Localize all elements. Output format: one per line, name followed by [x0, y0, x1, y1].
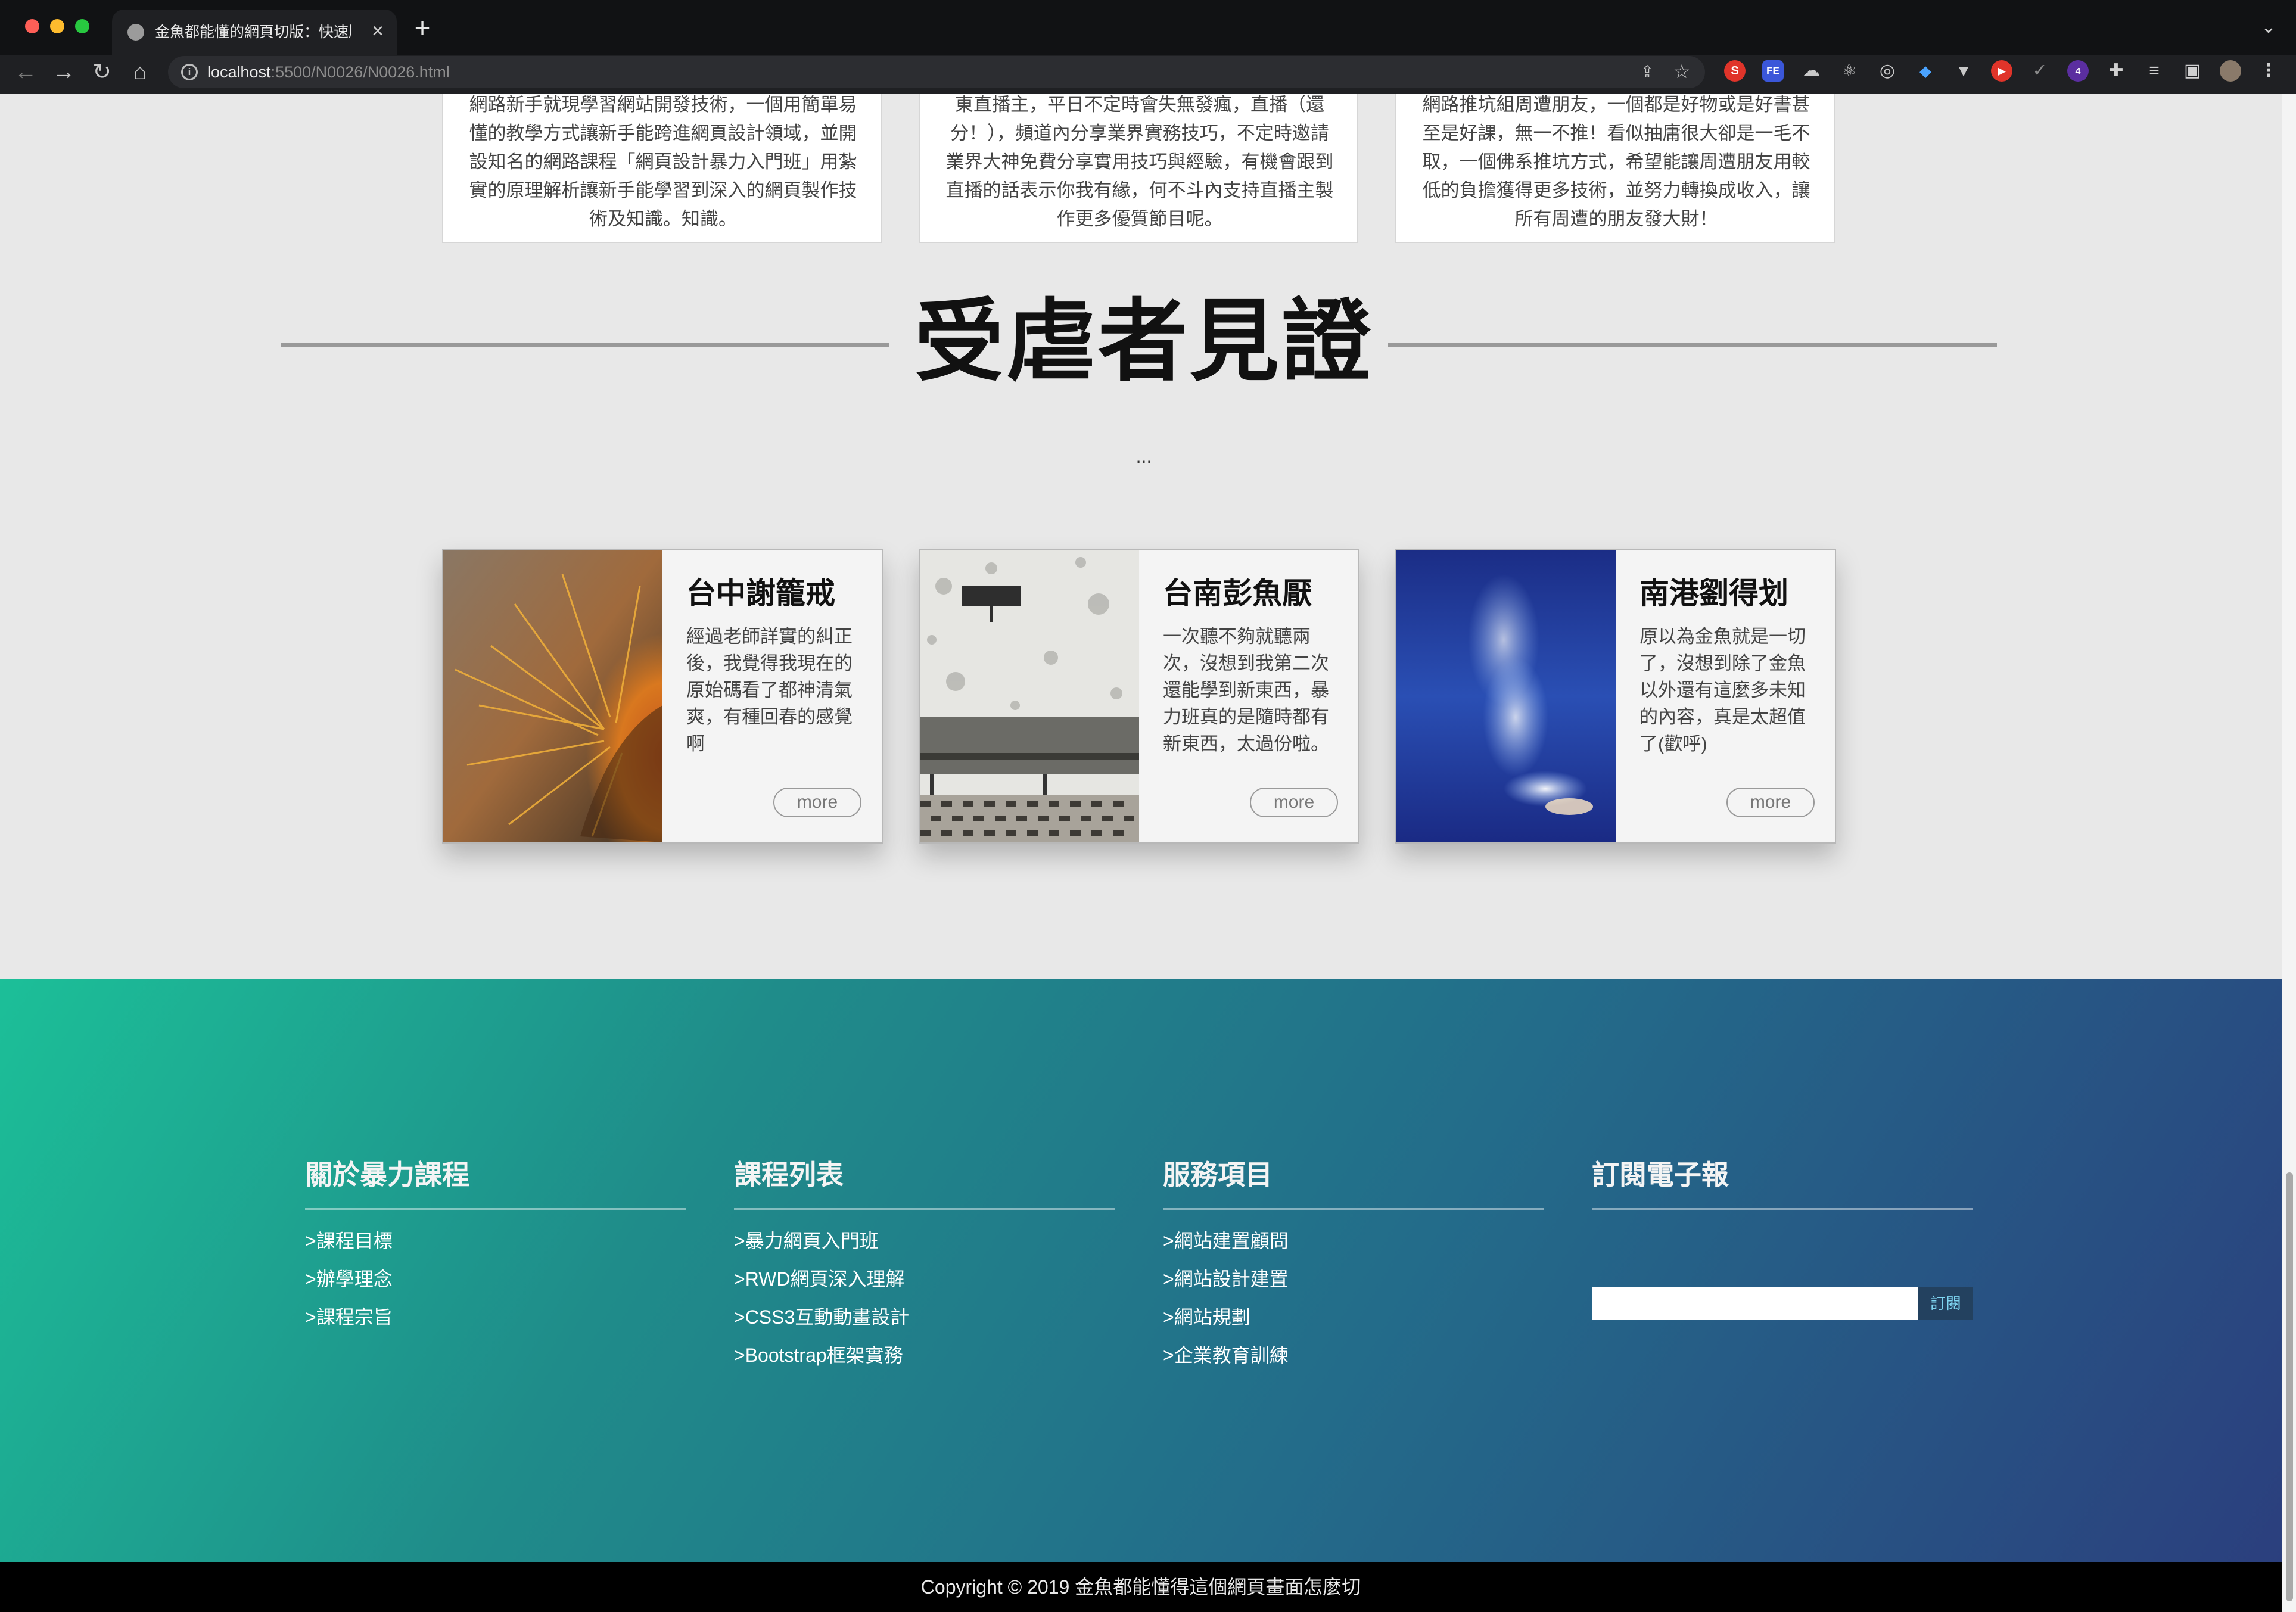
footer-heading: 關於暴力課程 — [305, 1159, 469, 1190]
testimonial-card: 南港劉得划 原以為金魚就是一切了，沒想到除了金魚以外還有這麼多未知的內容，真是太… — [1395, 549, 1836, 844]
extension-diamond-icon[interactable]: ◆ — [1915, 60, 1936, 82]
newsletter-email-input[interactable] — [1592, 1287, 1918, 1320]
tab-title: 金魚都能懂的網頁切版：快速版面 — [155, 24, 351, 41]
plus-icon[interactable]: + — [410, 14, 435, 41]
footer-link[interactable]: >網站建置顧問 — [1163, 1229, 1544, 1253]
testimonial-name: 台南彭魚厭 — [1163, 577, 1312, 610]
extensions-puzzle-icon[interactable]: ✚ — [2105, 60, 2127, 82]
footer-link[interactable]: >CSS3互動動畫設計 — [734, 1305, 1115, 1329]
footer-heading: 訂閱電子報 — [1592, 1159, 1729, 1190]
extension-target-icon[interactable]: ◎ — [1877, 60, 1898, 82]
footer-divider — [305, 1208, 686, 1210]
extension-fe-icon[interactable]: FE — [1762, 60, 1784, 82]
window-zoom-button[interactable] — [75, 19, 89, 33]
feature-card: 網路推坑組周遭朋友，一個都是好物或是好書甚至是好課，無一不推！看似抽庸很大卻是一… — [1395, 94, 1835, 243]
title-divider-right — [1388, 343, 1997, 347]
address-bar[interactable]: i localhost:5500/N0026/N0026.html ⇪ ☆ — [168, 56, 1705, 88]
testimonial-photo-cactus — [443, 550, 662, 842]
extension-react-icon[interactable]: ⚛ — [1838, 60, 1860, 82]
browser-tab-active[interactable]: 金魚都能懂的網頁切版：快速版面 × — [112, 10, 397, 55]
testimonial-photo-sky — [1396, 550, 1616, 842]
section-subtitle: ... — [1135, 446, 1152, 467]
copyright-bar: Copyright © 2019 金魚都能懂得這個網頁畫面怎麼切 — [0, 1562, 2282, 1612]
footer-heading: 服務項目 — [1163, 1159, 1273, 1190]
footer-column-about: 關於暴力課程 >課程目標 >辦學理念 >課程宗旨 — [305, 1157, 686, 1329]
more-button[interactable]: more — [1250, 788, 1338, 817]
url-text[interactable]: localhost:5500/N0026/N0026.html — [207, 62, 450, 82]
feature-text: 網路推坑組周遭朋友，一個都是好物或是好書甚至是好課，無一不推！看似抽庸很大卻是一… — [1422, 94, 1810, 229]
testimonial-card: 台南彭魚厭 一次聽不夠就聽兩次，沒想到我第二次還能學到新東西，暴力班真的是隨時都… — [919, 549, 1359, 844]
extension-badge-count: 4 — [2075, 67, 2081, 77]
footer-column-courses: 課程列表 >暴力網頁入門班 >RWD網頁深入理解 >CSS3互動動畫設計 >Bo… — [734, 1157, 1115, 1367]
site-footer: 關於暴力課程 >課程目標 >辦學理念 >課程宗旨 課程列表 >暴力網頁入門班 >… — [0, 979, 2282, 1562]
testimonial-text: 經過老師詳實的糾正後，我覺得我現在的原始碼看了都神清氣爽，有種回春的感覺啊 — [686, 626, 853, 754]
more-button[interactable]: more — [1726, 788, 1815, 817]
title-divider-left — [281, 343, 889, 347]
testimonial-name: 台中謝籠戒 — [686, 577, 835, 610]
footer-link[interactable]: >網站設計建置 — [1163, 1267, 1544, 1291]
feature-text: 網路新手就現學習網站開發技術，一個用簡單易懂的教學方式讓新手能跨進網頁設計領域，… — [469, 94, 857, 229]
home-icon[interactable]: ⌂ — [126, 58, 154, 86]
scrollbar-thumb[interactable] — [2286, 1172, 2293, 1601]
footer-link[interactable]: >Bootstrap框架實務 — [734, 1343, 1115, 1367]
testimonial-text: 原以為金魚就是一切了，沒想到除了金魚以外還有這麼多未知的內容，真是太超值了(歡呼… — [1639, 626, 1806, 754]
reading-list-icon[interactable]: ≡ — [2143, 60, 2165, 82]
globe-icon — [127, 24, 144, 41]
extension-badge-icon[interactable]: 4 — [2067, 60, 2089, 82]
forward-arrow-icon[interactable]: → — [50, 58, 77, 86]
footer-divider — [1592, 1208, 1973, 1210]
window-close-button[interactable] — [25, 19, 39, 33]
footer-link[interactable]: >課程宗旨 — [305, 1305, 686, 1329]
extension-s-icon[interactable]: S — [1724, 60, 1746, 82]
footer-divider — [1163, 1208, 1544, 1210]
footer-divider — [734, 1208, 1115, 1210]
subscribe-button[interactable]: 訂閱 — [1918, 1287, 1973, 1320]
feature-card: 網路新手就現學習網站開發技術，一個用簡單易懂的教學方式讓新手能跨進網頁設計領域，… — [442, 94, 882, 243]
extension-play-icon[interactable]: ▶ — [1991, 60, 2012, 82]
chevron-down-icon[interactable]: ⌄ — [2258, 17, 2279, 38]
testimonial-name: 南港劉得划 — [1639, 577, 1788, 610]
url-path: :5500/N0026/N0026.html — [270, 63, 450, 81]
reload-icon[interactable]: ↻ — [88, 58, 116, 86]
footer-column-newsletter: 訂閱電子報 訂閱 — [1592, 1157, 1973, 1320]
star-icon[interactable]: ☆ — [1672, 61, 1692, 82]
window-minimize-button[interactable] — [50, 19, 64, 33]
testimonial-text: 一次聽不夠就聽兩次，沒想到我第二次還能學到新東西，暴力班真的是隨時都有新東西，太… — [1163, 626, 1329, 754]
extension-cloud-icon[interactable]: ☁ — [1800, 60, 1822, 82]
footer-link[interactable]: >RWD網頁深入理解 — [734, 1267, 1115, 1291]
testimonial-photo-wall — [920, 550, 1139, 842]
page-scrollbar[interactable] — [2282, 94, 2296, 1612]
url-host: localhost — [207, 63, 271, 81]
more-menu-icon[interactable]: ⋮ — [2258, 60, 2279, 82]
side-panel-icon[interactable]: ▣ — [2182, 60, 2203, 82]
back-arrow-icon[interactable]: ← — [12, 58, 39, 86]
footer-link[interactable]: >辦學理念 — [305, 1267, 686, 1291]
extension-vue-icon[interactable]: ▼ — [1953, 60, 1974, 82]
close-icon[interactable]: × — [367, 20, 388, 42]
profile-avatar[interactable] — [2220, 60, 2241, 82]
footer-link[interactable]: >課程目標 — [305, 1229, 686, 1253]
share-icon[interactable]: ⇪ — [1637, 62, 1657, 82]
tab-strip: 金魚都能懂的網頁切版：快速版面 × + ⌄ — [0, 0, 2296, 55]
browser-chrome: 金魚都能懂的網頁切版：快速版面 × + ⌄ ← → ↻ ⌂ i localhos… — [0, 0, 2296, 94]
testimonial-card: 台中謝籠戒 經過老師詳實的糾正後，我覺得我現在的原始碼看了都神清氣爽，有種回春的… — [442, 549, 883, 844]
footer-column-services: 服務項目 >網站建置顧問 >網站設計建置 >網站規劃 >企業教育訓練 — [1163, 1157, 1544, 1367]
page-viewport: 網路新手就現學習網站開發技術，一個用簡單易懂的教學方式讓新手能跨進網頁設計領域，… — [0, 94, 2282, 1612]
footer-heading: 課程列表 — [734, 1159, 844, 1190]
section-title: 受虐者見證 — [914, 291, 1373, 391]
footer-link[interactable]: >網站規劃 — [1163, 1305, 1544, 1329]
more-button[interactable]: more — [773, 788, 861, 817]
feature-text: 東直播主，平日不定時會失無發瘋，直播（還分！），頻道內分享業界實務技巧，不定時邀… — [945, 94, 1334, 229]
footer-link[interactable]: >暴力網頁入門班 — [734, 1229, 1115, 1253]
newsletter-form: 訂閱 — [1592, 1287, 1973, 1320]
info-icon[interactable]: i — [181, 64, 198, 80]
feature-card: 東直播主，平日不定時會失無發瘋，直播（還分！），頻道內分享業界實務技巧，不定時邀… — [919, 94, 1358, 243]
extension-check-icon[interactable]: ✓ — [2029, 60, 2051, 82]
footer-link[interactable]: >企業教育訓練 — [1163, 1343, 1544, 1367]
